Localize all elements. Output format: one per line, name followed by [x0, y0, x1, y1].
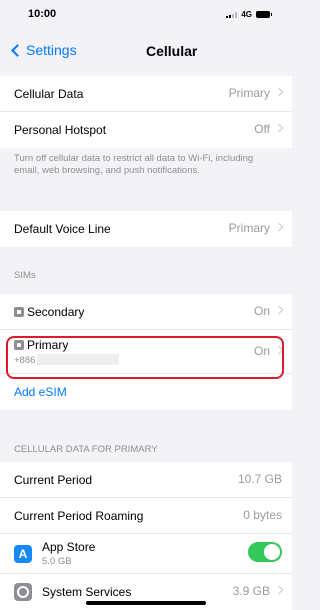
secondary-sim-name: Secondary — [27, 304, 85, 319]
personal-hotspot-label: Personal Hotspot — [14, 123, 107, 137]
usage-group: Current Period 10.7 GB Current Period Ro… — [0, 462, 292, 610]
primary-sim-phone: +886 — [14, 353, 120, 366]
system-services-label: System Services — [42, 585, 132, 599]
home-indicator — [86, 601, 206, 605]
phone-prefix: +886 — [14, 354, 36, 366]
default-voice-line-value: Primary — [228, 221, 270, 235]
usage-section-header: CELLULAR DATA FOR PRIMARY — [14, 444, 158, 455]
app-store-usage: 5.0 GB — [42, 556, 72, 567]
current-period-roaming-row: Current Period Roaming 0 bytes — [0, 498, 292, 534]
cellular-data-value: Primary — [228, 86, 270, 100]
current-period-row: Current Period 10.7 GB — [0, 462, 292, 498]
current-period-value: 10.7 GB — [237, 472, 282, 486]
cellular-signal-icon — [226, 11, 238, 18]
add-esim-row[interactable]: Add eSIM — [0, 374, 292, 410]
battery-icon — [256, 11, 272, 18]
secondary-sim-value: On — [253, 304, 270, 318]
app-store-label: App Store — [42, 540, 96, 554]
cellular-settings-group: Cellular Data Primary Personal Hotspot O… — [0, 76, 292, 148]
page-title: Cellular — [146, 43, 198, 59]
chevron-right-icon — [274, 222, 284, 232]
voice-line-group: Default Voice Line Primary — [0, 211, 292, 247]
chevron-right-icon — [274, 585, 284, 595]
sim-card-icon — [14, 339, 24, 350]
status-icons: 4G — [226, 10, 272, 19]
add-esim-link[interactable]: Add eSIM — [14, 385, 67, 399]
network-type: 4G — [241, 10, 252, 19]
default-voice-line-label: Default Voice Line — [14, 222, 111, 236]
cellular-data-row[interactable]: Cellular Data Primary — [0, 76, 292, 112]
redacted-phone-number — [37, 353, 120, 365]
status-time: 10:00 — [28, 8, 57, 20]
app-store-cellular-toggle[interactable] — [248, 542, 282, 562]
status-bar: 10:00 4G — [0, 0, 292, 30]
back-button[interactable]: Settings — [8, 42, 77, 58]
chevron-left-icon — [11, 43, 24, 57]
primary-sim-name: Primary — [27, 337, 69, 352]
primary-sim-label: Primary — [14, 338, 68, 352]
primary-sim-row[interactable]: Primary +886 On — [0, 330, 292, 374]
cellular-data-footer-note: Turn off cellular data to restrict all d… — [14, 153, 254, 176]
app-store-text: App Store 5.0 GB — [42, 540, 95, 567]
chevron-right-icon — [274, 345, 284, 355]
chevron-right-icon — [274, 87, 284, 97]
cellular-data-label: Cellular Data — [14, 86, 84, 101]
gear-icon — [14, 583, 32, 601]
app-store-icon: A — [14, 544, 32, 563]
current-period-roaming-value: 0 bytes — [243, 508, 282, 522]
system-services-value: 3.9 GB — [232, 584, 270, 598]
primary-sim-value: On — [253, 344, 270, 358]
sim-card-icon — [14, 306, 24, 317]
back-button-label: Settings — [26, 42, 77, 58]
secondary-sim-label: Secondary — [14, 305, 84, 319]
navigation-bar: Settings Cellular — [0, 30, 292, 74]
secondary-sim-row[interactable]: Secondary On — [0, 294, 292, 330]
chevron-right-icon — [274, 123, 284, 133]
current-period-label: Current Period — [14, 472, 93, 487]
default-voice-line-row[interactable]: Default Voice Line Primary — [0, 211, 292, 247]
current-period-roaming-label: Current Period Roaming — [14, 508, 144, 523]
sims-group: Secondary On Primary +886 On Add eSIM — [0, 294, 292, 410]
personal-hotspot-row[interactable]: Personal Hotspot Off — [0, 112, 292, 148]
app-store-row: A App Store 5.0 GB — [0, 534, 292, 574]
chevron-right-icon — [274, 305, 284, 315]
sims-section-header: SIMs — [14, 270, 36, 281]
personal-hotspot-value: Off — [254, 122, 270, 136]
